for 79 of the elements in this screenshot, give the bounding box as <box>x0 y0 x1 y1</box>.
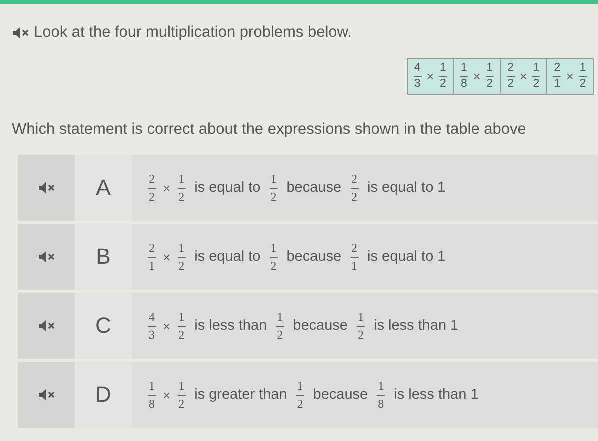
question-text: Which statement is correct about the expressions shown in the table above <box>11 120 528 140</box>
option-letter: C <box>96 313 112 340</box>
numerator: 1 <box>461 62 468 76</box>
statement-text: because <box>313 387 368 404</box>
numerator: 1 <box>270 240 277 256</box>
denominator: 2 <box>533 78 540 92</box>
times-sign: × <box>163 250 171 265</box>
numerator: 1 <box>277 310 284 325</box>
numerator: 1 <box>378 378 384 394</box>
numerator: 1 <box>178 378 185 394</box>
mute-speaker-icon[interactable] <box>38 182 56 194</box>
denominator: 8 <box>149 396 155 412</box>
statement-text: is less than <box>194 318 268 334</box>
numerator: 2 <box>149 172 155 187</box>
numerator: 1 <box>580 62 586 76</box>
numerator: 2 <box>352 172 358 187</box>
option-letter: B <box>96 244 111 270</box>
times-sign: × <box>520 69 528 84</box>
times-sign: × <box>163 180 171 196</box>
times-sign: × <box>426 69 434 84</box>
times-sign: × <box>473 69 481 84</box>
denominator: 2 <box>178 396 185 412</box>
numerator: 1 <box>149 378 155 394</box>
denominator: 2 <box>270 190 277 205</box>
numerator: 4 <box>414 62 421 76</box>
denominator: 2 <box>149 190 155 205</box>
mute-speaker-icon[interactable] <box>38 320 56 332</box>
denominator: 2 <box>358 328 364 343</box>
statement-text: because <box>293 318 348 334</box>
numerator: 1 <box>270 172 277 187</box>
numerator: 2 <box>149 240 155 256</box>
denominator: 3 <box>414 78 421 92</box>
denominator: 2 <box>270 258 277 274</box>
numerator: 1 <box>178 310 185 325</box>
option-letter: D <box>96 382 112 408</box>
mute-speaker-icon[interactable] <box>12 27 30 39</box>
statement-text: is equal to 1 <box>368 249 446 266</box>
numerator: 1 <box>178 172 185 187</box>
denominator: 2 <box>178 258 185 274</box>
statement-text: because <box>286 249 342 266</box>
numerator: 2 <box>554 62 561 76</box>
denominator: 3 <box>149 328 155 343</box>
denominator: 2 <box>508 78 514 92</box>
denominator: 2 <box>352 190 358 205</box>
option-letter: A <box>96 175 111 202</box>
times-sign: × <box>566 69 574 84</box>
denominator: 2 <box>580 78 586 92</box>
statement-text: is greater than <box>194 387 288 404</box>
numerator: 1 <box>297 378 304 394</box>
numerator: 1 <box>440 62 446 76</box>
statement-text: is equal to <box>194 249 261 266</box>
statement-text: because <box>286 180 342 196</box>
numerator: 2 <box>508 62 514 76</box>
denominator: 1 <box>352 258 358 274</box>
denominator: 2 <box>440 78 446 92</box>
denominator: 8 <box>461 78 468 92</box>
denominator: 2 <box>178 328 185 343</box>
denominator: 1 <box>554 78 561 92</box>
denominator: 2 <box>486 78 494 92</box>
times-sign: × <box>163 388 171 403</box>
numerator: 1 <box>178 240 185 256</box>
statement-text: is equal to 1 <box>368 180 446 196</box>
statement-text: is less than 1 <box>394 387 479 404</box>
prompt-text: Look at the four multiplication problems below. <box>34 24 352 42</box>
times-sign: × <box>163 318 171 334</box>
numerator: 1 <box>358 310 364 325</box>
denominator: 8 <box>378 396 384 412</box>
denominator: 2 <box>297 396 304 412</box>
denominator: 1 <box>149 258 155 274</box>
numerator: 1 <box>486 62 494 76</box>
denominator: 2 <box>178 190 185 205</box>
mute-speaker-icon[interactable] <box>38 251 56 264</box>
mute-speaker-icon[interactable] <box>38 389 56 402</box>
numerator: 1 <box>533 62 540 76</box>
statement-text: is equal to <box>194 180 261 196</box>
denominator: 2 <box>277 328 284 343</box>
statement-text: is less than 1 <box>374 318 459 334</box>
numerator: 2 <box>352 240 358 256</box>
numerator: 4 <box>149 310 155 325</box>
